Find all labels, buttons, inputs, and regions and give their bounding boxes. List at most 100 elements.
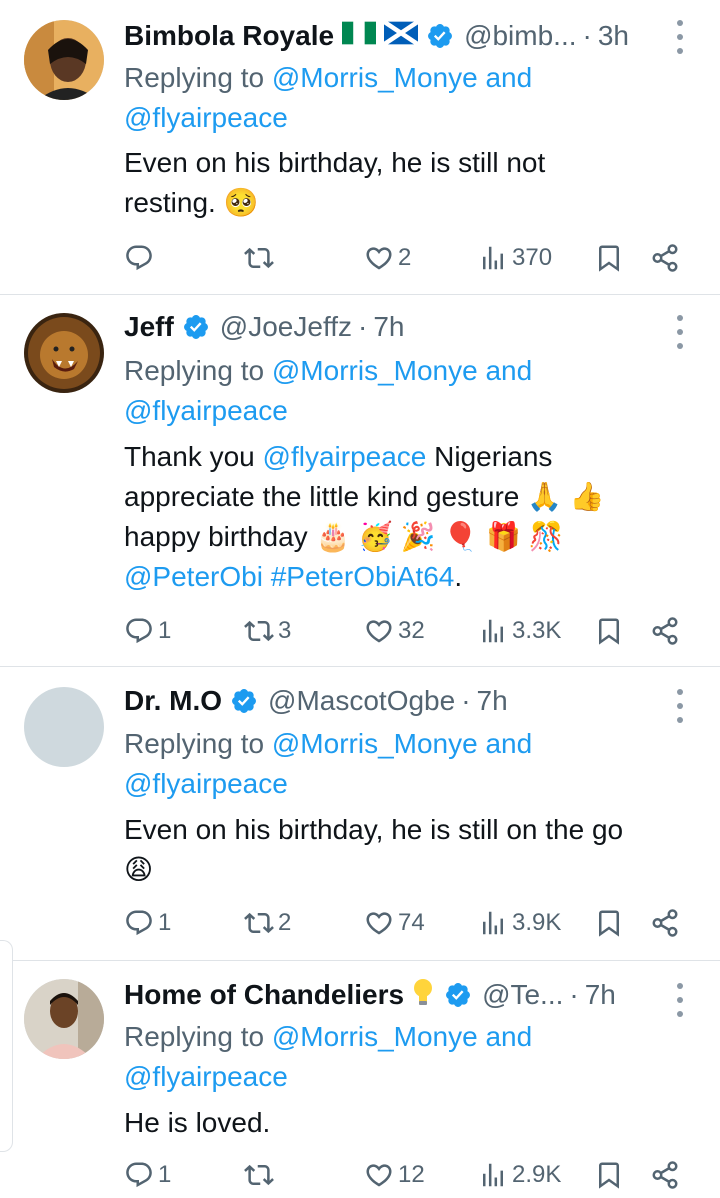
retweet-button[interactable]: 3 bbox=[244, 611, 291, 651]
tweet-text-line: Thank you @flyairpeace Nigerians bbox=[124, 437, 690, 477]
more-options-icon[interactable] bbox=[672, 689, 688, 723]
replying-to-line2: @flyairpeace bbox=[124, 1057, 690, 1097]
tweet-text: Even on his birthday, he is still not re… bbox=[124, 143, 690, 223]
like-button[interactable]: 74 bbox=[364, 903, 425, 943]
avatar[interactable] bbox=[24, 20, 104, 100]
share-button[interactable] bbox=[650, 903, 680, 943]
separator: · bbox=[358, 311, 368, 342]
bookmark-button[interactable] bbox=[594, 1155, 624, 1195]
replying-label: Replying to bbox=[124, 728, 272, 759]
reply-button[interactable]: 1 bbox=[124, 1155, 171, 1195]
reply-icon bbox=[124, 616, 154, 646]
tweet-3[interactable]: Dr. M.O @MascotOgbe · 7h Replying to @Mo… bbox=[0, 667, 720, 960]
display-name[interactable]: Bimbola Royale bbox=[124, 20, 334, 52]
mention-link[interactable]: @Morris_Monye and bbox=[272, 62, 532, 93]
mention-link[interactable]: @Morris_Monye and bbox=[272, 728, 532, 759]
share-button[interactable] bbox=[650, 611, 680, 651]
user-handle[interactable]: @bimb... bbox=[464, 20, 576, 52]
timestamp[interactable]: 7h bbox=[585, 979, 616, 1011]
tweet-text-line: He is loved. bbox=[124, 1107, 271, 1138]
share-button[interactable] bbox=[650, 238, 680, 278]
mention-link[interactable]: @PeterObi bbox=[124, 561, 263, 592]
nigeria-flag-icon bbox=[342, 20, 377, 52]
tweet-text-line: Even on his birthday, he is still on the… bbox=[124, 814, 624, 845]
tweet-2[interactable]: Jeff @JoeJeffz · 7h Replying to @Morris_… bbox=[0, 295, 720, 666]
reply-button[interactable] bbox=[124, 238, 158, 278]
share-button[interactable] bbox=[650, 1155, 680, 1195]
share-icon bbox=[650, 616, 680, 646]
views-icon bbox=[478, 243, 508, 273]
retweet-button[interactable] bbox=[244, 238, 278, 278]
mention-link[interactable]: @Morris_Monye and bbox=[272, 355, 532, 386]
bookmark-button[interactable] bbox=[594, 903, 624, 943]
bookmark-button[interactable] bbox=[594, 611, 624, 651]
more-options-icon[interactable] bbox=[672, 983, 688, 1017]
reply-count: 1 bbox=[158, 909, 172, 936]
lightbulb-icon bbox=[410, 977, 436, 1014]
tweet-1[interactable]: Bimbola Royale @bimb... · 3h Replying to… bbox=[0, 0, 720, 294]
reply-count: 1 bbox=[158, 617, 172, 644]
retweet-icon bbox=[244, 243, 274, 273]
display-name[interactable]: Home of Chandeliers bbox=[124, 979, 404, 1011]
like-count: 2 bbox=[398, 244, 412, 271]
verified-badge-icon bbox=[426, 22, 454, 50]
avatar[interactable] bbox=[24, 979, 104, 1059]
retweet-icon bbox=[244, 1160, 274, 1190]
views-button[interactable]: 3.3K bbox=[478, 611, 561, 651]
mention-link[interactable]: @flyairpeace bbox=[124, 1061, 288, 1092]
like-icon bbox=[364, 616, 394, 646]
mention-link[interactable]: @flyairpeace bbox=[124, 395, 288, 426]
verified-badge-icon bbox=[444, 981, 472, 1009]
hashtag-link[interactable]: #PeterObiAt64 bbox=[271, 561, 455, 592]
floating-panel-edge[interactable] bbox=[0, 940, 13, 1152]
bookmark-icon bbox=[594, 1160, 624, 1190]
text-span: Nigerians bbox=[426, 441, 553, 472]
like-button[interactable]: 2 bbox=[364, 238, 411, 278]
replying-to: Replying to @Morris_Monye and bbox=[124, 1017, 690, 1057]
views-icon bbox=[478, 616, 508, 646]
tweet-text-line: appreciate the little kind gesture 🙏 👍 bbox=[124, 481, 605, 512]
timestamp[interactable]: 3h bbox=[598, 20, 629, 52]
tweet-text: Thank you @flyairpeace Nigerians appreci… bbox=[124, 437, 690, 597]
separator: · bbox=[569, 979, 579, 1010]
timestamp[interactable]: 7h bbox=[373, 311, 404, 343]
display-name[interactable]: Dr. M.O bbox=[124, 685, 222, 717]
reply-button[interactable]: 1 bbox=[124, 611, 171, 651]
separator: · bbox=[461, 685, 471, 716]
user-handle[interactable]: @Te... bbox=[482, 979, 563, 1011]
reply-button[interactable]: 1 bbox=[124, 903, 171, 943]
avatar[interactable] bbox=[24, 313, 104, 393]
retweet-button[interactable]: 2 bbox=[244, 903, 291, 943]
user-handle[interactable]: @MascotOgbe bbox=[268, 685, 455, 717]
views-icon bbox=[478, 1160, 508, 1190]
replying-to: Replying to @Morris_Monye and bbox=[124, 724, 690, 764]
mention-link[interactable]: @flyairpeace bbox=[124, 102, 288, 133]
bookmark-icon bbox=[594, 616, 624, 646]
display-name[interactable]: Jeff bbox=[124, 311, 174, 343]
like-button[interactable]: 32 bbox=[364, 611, 425, 651]
more-options-icon[interactable] bbox=[672, 315, 688, 349]
views-button[interactable]: 3.9K bbox=[478, 903, 561, 943]
scotland-flag-icon bbox=[382, 19, 420, 52]
tweet-4[interactable]: Home of Chandeliers @Te... · 7h Replying… bbox=[0, 961, 720, 1198]
replying-label: Replying to bbox=[124, 1021, 272, 1052]
views-button[interactable]: 2.9K bbox=[478, 1155, 561, 1195]
replying-to: Replying to @Morris_Monye and bbox=[124, 351, 690, 391]
timestamp[interactable]: 7h bbox=[477, 685, 508, 717]
mention-link[interactable]: @Morris_Monye and bbox=[272, 1021, 532, 1052]
reply-icon bbox=[124, 1160, 154, 1190]
text-span: Thank you bbox=[124, 441, 263, 472]
mention-link[interactable]: @flyairpeace bbox=[124, 768, 288, 799]
views-button[interactable]: 370 bbox=[478, 238, 552, 278]
user-handle[interactable]: @JoeJeffz bbox=[220, 311, 352, 343]
mention-link[interactable]: @flyairpeace bbox=[263, 441, 427, 472]
tweet-text-line: @PeterObi #PeterObiAt64. bbox=[124, 557, 690, 597]
retweet-icon bbox=[244, 908, 274, 938]
like-icon bbox=[364, 243, 394, 273]
tweet-text-line: happy birthday 🎂 🥳 🎉 🎈 🎁 🎊 bbox=[124, 521, 564, 552]
bookmark-button[interactable] bbox=[594, 238, 624, 278]
avatar[interactable] bbox=[24, 687, 104, 767]
more-options-icon[interactable] bbox=[672, 20, 688, 54]
like-button[interactable]: 12 bbox=[364, 1155, 425, 1195]
retweet-button[interactable] bbox=[244, 1155, 278, 1195]
